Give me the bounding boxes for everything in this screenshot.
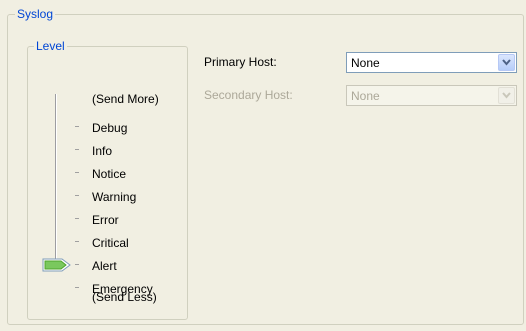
secondary-host-dropdown-button[interactable] xyxy=(498,87,515,104)
secondary-host-value: None xyxy=(351,89,380,103)
chevron-down-icon xyxy=(502,59,511,66)
level-slider-track[interactable] xyxy=(55,94,57,266)
level-option-emergency[interactable]: Emergency xyxy=(92,282,153,296)
level-option-critical[interactable]: Critical xyxy=(92,236,129,250)
level-option-debug[interactable]: Debug xyxy=(92,121,127,135)
slider-tick xyxy=(75,218,79,219)
slider-tick xyxy=(75,172,79,173)
primary-host-dropdown-button[interactable] xyxy=(498,54,515,71)
slider-tick xyxy=(75,264,79,265)
secondary-host-select[interactable]: None xyxy=(346,85,517,106)
slider-tick xyxy=(75,126,79,127)
chevron-down-icon xyxy=(502,92,511,99)
send-more-label: (Send More) xyxy=(92,92,159,106)
level-group: Level xyxy=(27,39,188,320)
slider-tick xyxy=(75,149,79,150)
level-group-title: Level xyxy=(34,39,67,53)
level-option-info[interactable]: Info xyxy=(92,144,112,158)
syslog-group-title: Syslog xyxy=(15,7,56,21)
level-option-notice[interactable]: Notice xyxy=(92,167,126,181)
primary-host-value: None xyxy=(351,56,380,70)
secondary-host-label: Secondary Host: xyxy=(204,88,293,102)
primary-host-select[interactable]: None xyxy=(346,52,517,73)
level-option-error[interactable]: Error xyxy=(92,213,119,227)
slider-tick xyxy=(75,195,79,196)
level-slider-thumb[interactable] xyxy=(42,258,72,272)
slider-tick xyxy=(75,241,79,242)
level-option-alert[interactable]: Alert xyxy=(92,259,117,273)
slider-tick xyxy=(75,287,79,288)
primary-host-label: Primary Host: xyxy=(204,55,277,69)
level-option-warning[interactable]: Warning xyxy=(92,190,136,204)
